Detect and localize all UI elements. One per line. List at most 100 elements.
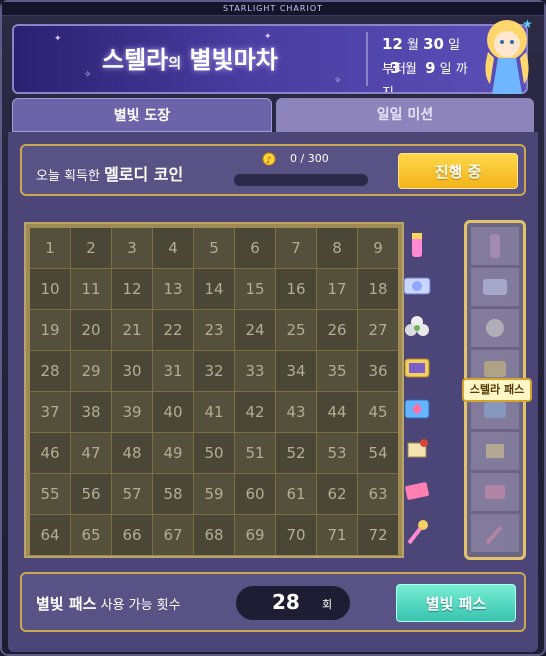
stamp-cell[interactable]: 21 — [112, 310, 152, 350]
window-titlebar: STARLIGHT CHARIOT — [2, 2, 544, 16]
stamp-cell[interactable]: 39 — [112, 392, 152, 432]
stamp-cell[interactable]: 13 — [153, 269, 193, 309]
pink-card-icon[interactable] — [400, 476, 434, 506]
stamp-cell[interactable]: 29 — [71, 351, 111, 391]
event-title: 스텔라의 별빛마차 — [102, 40, 278, 75]
flower-icon[interactable] — [400, 312, 434, 342]
stamp-cell[interactable]: 24 — [235, 310, 275, 350]
stamp-cell[interactable]: 19 — [30, 310, 70, 350]
stamp-cell[interactable]: 68 — [194, 515, 234, 555]
scroll-icon[interactable] — [400, 435, 434, 465]
stamp-cell[interactable]: 41 — [194, 392, 234, 432]
stamp-cell[interactable]: 36 — [358, 351, 398, 391]
magic-wand-icon[interactable] — [400, 517, 434, 547]
stamp-cell[interactable]: 6 — [235, 228, 275, 268]
stamp-cell[interactable]: 1 — [30, 228, 70, 268]
stamp-cell[interactable]: 50 — [194, 433, 234, 473]
stamp-cell[interactable]: 26 — [317, 310, 357, 350]
stamp-cell[interactable]: 22 — [153, 310, 193, 350]
stamp-cell[interactable]: 58 — [153, 474, 193, 514]
stamp-cell[interactable]: 27 — [358, 310, 398, 350]
stamp-cell[interactable]: 34 — [276, 351, 316, 391]
stamp-cell[interactable]: 28 — [30, 351, 70, 391]
main-panel: 오늘 획득한 멜로디 코인 ♪ 0 / 300 진행 중 1 2 3 4 5 6 7 8 9 10… — [8, 132, 538, 652]
stamp-cell[interactable]: 70 — [276, 515, 316, 555]
stamp-cell[interactable]: 55 — [30, 474, 70, 514]
stamp-cell[interactable]: 56 — [71, 474, 111, 514]
stamp-cell[interactable]: 66 — [112, 515, 152, 555]
stamp-cell[interactable]: 60 — [235, 474, 275, 514]
stamp-cell[interactable]: 46 — [30, 433, 70, 473]
stella-pass-tooltip: 스텔라 패스 — [462, 378, 532, 402]
stamp-cell[interactable]: 4 — [153, 228, 193, 268]
stamp-cell[interactable]: 64 — [30, 515, 70, 555]
stamp-cell[interactable]: 9 — [358, 228, 398, 268]
stamp-cell[interactable]: 23 — [194, 310, 234, 350]
stamp-cell[interactable]: 48 — [112, 433, 152, 473]
stamp-cell[interactable]: 67 — [153, 515, 193, 555]
pass-count: 28 — [272, 590, 300, 614]
stamp-cell[interactable]: 8 — [317, 228, 357, 268]
stamp-cell[interactable]: 11 — [71, 269, 111, 309]
tab-daily-mission[interactable]: 일일 미션 — [276, 98, 534, 132]
star-decoration: ✦ — [54, 34, 62, 44]
star-decoration: ✧ — [334, 76, 342, 86]
stamp-cell[interactable]: 18 — [358, 269, 398, 309]
stamp-cell[interactable]: 61 — [276, 474, 316, 514]
stamp-cell[interactable]: 57 — [112, 474, 152, 514]
stamp-cell[interactable]: 59 — [194, 474, 234, 514]
stamp-cell[interactable]: 62 — [317, 474, 357, 514]
stamp-cell[interactable]: 7 — [276, 228, 316, 268]
stamp-cell[interactable]: 25 — [276, 310, 316, 350]
title-chariot: 별빛마차 — [189, 46, 278, 74]
stamp-cell[interactable]: 32 — [194, 351, 234, 391]
stamp-cell[interactable]: 63 — [358, 474, 398, 514]
stamp-cell[interactable]: 35 — [317, 351, 357, 391]
stamp-cell[interactable]: 40 — [153, 392, 193, 432]
stamp-cell[interactable]: 5 — [194, 228, 234, 268]
stamp-cell[interactable]: 16 — [276, 269, 316, 309]
stamp-cell[interactable]: 51 — [235, 433, 275, 473]
stamp-cell[interactable]: 49 — [153, 433, 193, 473]
star-decoration: ✧ — [84, 70, 92, 80]
stamp-cell[interactable]: 17 — [317, 269, 357, 309]
potion-vial-icon[interactable] — [400, 230, 434, 260]
stamp-cell[interactable]: 54 — [358, 433, 398, 473]
title-particle: 의 — [168, 56, 182, 72]
stamp-cell[interactable]: 31 — [153, 351, 193, 391]
stamp-cell[interactable]: 45 — [358, 392, 398, 432]
gem-ticket-icon[interactable] — [400, 394, 434, 424]
potion-vial-icon — [471, 227, 519, 265]
stamp-cell[interactable]: 20 — [71, 310, 111, 350]
ticket-icon[interactable] — [400, 271, 434, 301]
stamp-cell[interactable]: 42 — [235, 392, 275, 432]
svg-text:★: ★ — [522, 17, 533, 31]
pass-count-unit: 회 — [322, 598, 333, 611]
stamp-cell[interactable]: 37 — [30, 392, 70, 432]
stamp-cell[interactable]: 14 — [194, 269, 234, 309]
stamp-cell[interactable]: 47 — [71, 433, 111, 473]
stamp-cell[interactable]: 43 — [276, 392, 316, 432]
melody-coin-bar: 오늘 획득한 멜로디 코인 ♪ 0 / 300 진행 중 — [20, 144, 526, 196]
stamp-cell[interactable]: 33 — [235, 351, 275, 391]
stamp-cell[interactable]: 71 — [317, 515, 357, 555]
stamp-cell[interactable]: 30 — [112, 351, 152, 391]
stamp-cell[interactable]: 3 — [112, 228, 152, 268]
period-end: 3 월 9 일 까지 — [382, 59, 468, 94]
tab-starlight-stamp[interactable]: 별빛 도장 — [12, 98, 272, 132]
stamp-cell[interactable]: 44 — [317, 392, 357, 432]
stamp-cell[interactable]: 38 — [71, 392, 111, 432]
stamp-cell[interactable]: 12 — [112, 269, 152, 309]
stamp-cell[interactable]: 69 — [235, 515, 275, 555]
stamp-cell[interactable]: 2 — [71, 228, 111, 268]
stamp-cell[interactable]: 72 — [358, 515, 398, 555]
melody-coin-label: 오늘 획득한 멜로디 코인 — [36, 165, 184, 184]
in-progress-button[interactable]: 진행 중 — [398, 153, 518, 189]
stamp-cell[interactable]: 53 — [317, 433, 357, 473]
coupon-icon[interactable] — [400, 353, 434, 383]
stamp-cell[interactable]: 52 — [276, 433, 316, 473]
starlight-pass-button[interactable]: 별빛 패스 — [396, 584, 516, 622]
stamp-cell[interactable]: 10 — [30, 269, 70, 309]
stamp-cell[interactable]: 15 — [235, 269, 275, 309]
stamp-cell[interactable]: 65 — [71, 515, 111, 555]
